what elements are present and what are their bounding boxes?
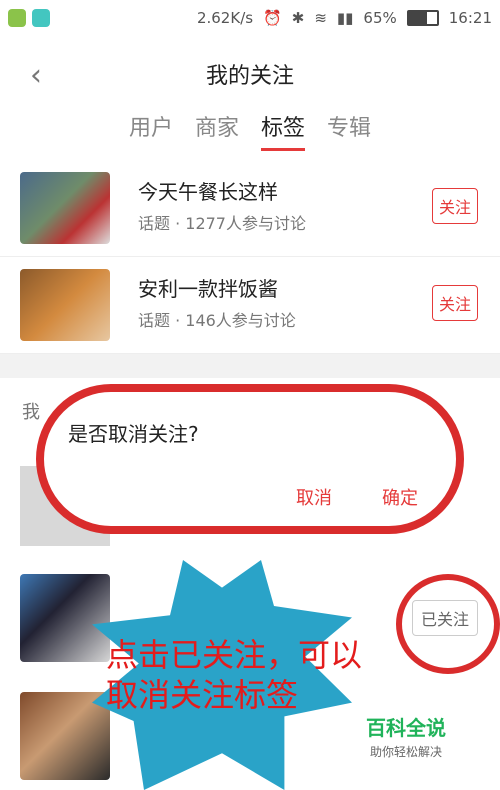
tab-merchants[interactable]: 商家 bbox=[195, 110, 239, 151]
dialog-question: 是否取消关注? bbox=[68, 422, 199, 446]
wifi-icon: ≋ bbox=[314, 9, 327, 27]
confirm-dialog bbox=[36, 384, 464, 534]
annotation-text: 点击已关注，可以取消关注标签 bbox=[106, 636, 363, 714]
status-bar: 2.62K/s ⏰ ✱ ≋ ▮▮ 65% 16:21 bbox=[0, 0, 500, 36]
followed-thumbnail bbox=[20, 692, 110, 780]
topic-meta: 话题 · 146人参与讨论 bbox=[138, 311, 296, 330]
topic-meta: 话题 · 1277人参与讨论 bbox=[138, 214, 306, 233]
follow-button[interactable]: 关注 bbox=[432, 188, 478, 224]
dialog-actions: 取消 确定 bbox=[296, 484, 418, 510]
followed-thumbnail bbox=[20, 574, 110, 662]
app-icon-green bbox=[8, 9, 26, 27]
tab-users[interactable]: 用户 bbox=[129, 110, 173, 151]
status-left-icons bbox=[8, 9, 50, 27]
annotation-circle bbox=[396, 574, 500, 674]
dialog-cancel-button[interactable]: 取消 bbox=[296, 484, 332, 510]
topic-title: 安利一款拌饭酱 bbox=[138, 277, 278, 301]
battery-icon bbox=[406, 10, 439, 26]
network-speed: 2.62K/s bbox=[196, 9, 254, 27]
dialog-confirm-button[interactable]: 确定 bbox=[382, 484, 418, 510]
topic-title: 今天午餐长这样 bbox=[138, 180, 278, 204]
status-time: 16:21 bbox=[448, 9, 492, 27]
status-right: 2.62K/s ⏰ ✱ ≋ ▮▮ 65% 16:21 bbox=[197, 9, 492, 27]
app-icon-cyan bbox=[32, 9, 50, 27]
signal-icon: ▮▮ bbox=[336, 9, 354, 27]
watermark-subtitle: 助你轻松解决 bbox=[369, 745, 442, 759]
topic-thumbnail bbox=[20, 172, 110, 244]
bluetooth-icon: ✱ bbox=[291, 9, 305, 27]
battery-percent: 65% bbox=[363, 9, 397, 27]
watermark-title: 百科全说 bbox=[366, 716, 446, 740]
topic-row[interactable]: 今天午餐长这样 话题 · 1277人参与讨论 关注 bbox=[0, 160, 500, 257]
topic-list: 今天午餐长这样 话题 · 1277人参与讨论 关注 安利一款拌饭酱 话题 · 1… bbox=[0, 160, 500, 354]
tab-albums[interactable]: 专辑 bbox=[327, 110, 371, 151]
tab-bar: 用户 商家 标签 专辑 bbox=[0, 110, 500, 151]
topic-row[interactable]: 安利一款拌饭酱 话题 · 146人参与讨论 关注 bbox=[0, 257, 500, 354]
page-title: 我的关注 bbox=[205, 64, 294, 89]
follow-button[interactable]: 关注 bbox=[432, 285, 478, 321]
section-label: 我 bbox=[22, 402, 40, 423]
app-header: ‹ 我的关注 用户 商家 标签 专辑 bbox=[0, 36, 500, 161]
tab-tags[interactable]: 标签 bbox=[261, 110, 306, 151]
baike-watermark: 百科全说 助你轻松解决 bbox=[356, 706, 456, 766]
topic-thumbnail bbox=[20, 269, 110, 341]
alarm-icon: ⏰ bbox=[263, 9, 282, 27]
